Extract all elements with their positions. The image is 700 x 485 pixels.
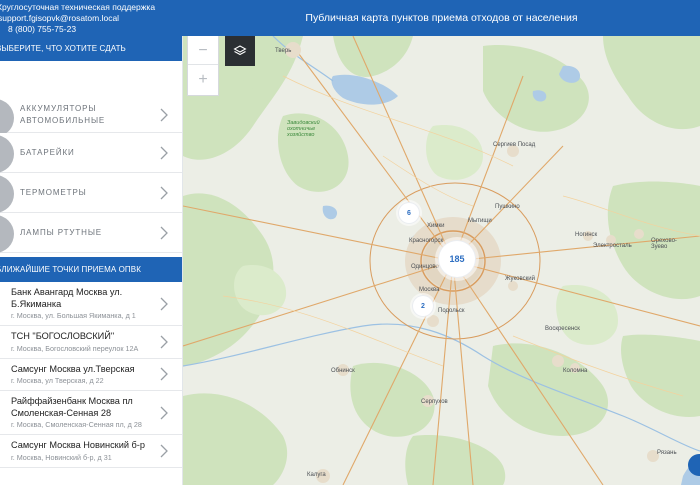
- map-label-noginsk: Ногинск: [575, 232, 598, 238]
- chevron-right-icon: [160, 406, 168, 420]
- zoom-out-button[interactable]: −: [188, 36, 218, 65]
- map-label-zavidovo: Завидовский охотничье хозяйство: [287, 120, 320, 138]
- category-item-thermometers[interactable]: ТЕРМОМЕТРЫ: [0, 173, 182, 213]
- category-icon: [0, 99, 14, 137]
- support-phone[interactable]: 8 (800) 755-75-23: [0, 24, 183, 35]
- category-label: ЛАМПЫ РТУТНЫЕ: [20, 227, 103, 237]
- top-header: Круглосуточная техническая поддержка sup…: [0, 0, 700, 36]
- category-label: АККУМУЛЯТОРЫ АВТОМОБИЛЬНЫЕ: [20, 103, 106, 125]
- page-title: Публичная карта пунктов приема отходов о…: [305, 12, 578, 24]
- chevron-right-icon: [160, 367, 168, 381]
- map-label-pushkino: Пушкино: [495, 204, 520, 210]
- map-label-kolomna: Коломна: [563, 368, 588, 374]
- point-name: ТСН "БОГОСЛОВСКИЙ": [11, 331, 115, 341]
- point-name: Банк Авангард Москва ул. Б.Якиманка: [11, 287, 123, 309]
- point-item[interactable]: Самсунг Москва ул.Тверская г. Москва, ул…: [0, 358, 182, 391]
- chevron-right-icon: [160, 146, 168, 160]
- zoom-in-button[interactable]: +: [188, 65, 218, 94]
- chevron-right-icon: [160, 335, 168, 349]
- map-label-sergiev-posad: Сергиев Посад: [493, 142, 536, 148]
- cluster-count: 2: [421, 302, 425, 310]
- map-label-kaluga: Калуга: [307, 472, 326, 478]
- chevron-right-icon: [160, 226, 168, 240]
- point-address: г. Москва, ул. Большая Якиманка, д 1: [11, 311, 136, 320]
- categories-header: ВЫБЕРИТЕ, ЧТО ХОТИТЕ СДАТЬ: [0, 36, 182, 61]
- point-name: Самсунг Москва Новинский б-р: [11, 440, 145, 450]
- map-label-mytishchi: Мытищи: [468, 218, 492, 224]
- map-canvas[interactable]: Тверь Завидовский охотничье хозяйство Се…: [183, 36, 700, 485]
- points-list: Банк Авангард Москва ул. Б.Якиманка г. М…: [0, 282, 182, 468]
- cluster-count: 6: [407, 209, 411, 217]
- chevron-right-icon: [160, 108, 168, 122]
- chevron-right-icon: [160, 444, 168, 458]
- support-title: Круглосуточная техническая поддержка: [0, 2, 156, 12]
- map-label-serpukhov: Серпухов: [421, 399, 448, 405]
- category-icon: [0, 175, 14, 213]
- support-email[interactable]: support.fgisopvk@rosatom.local: [0, 13, 183, 24]
- cluster-marker-small[interactable]: 2: [413, 296, 433, 316]
- point-item[interactable]: ТСН "БОГОСЛОВСКИЙ" г. Москва, Богословск…: [0, 326, 182, 359]
- points-header: БЛИЖАЙШИЕ ТОЧКИ ПРИЕМА ОПВК: [0, 257, 182, 282]
- sidebar: ВЫБЕРИТЕ, ЧТО ХОТИТЕ СДАТЬ АККУМУЛЯТОРЫ …: [0, 36, 183, 485]
- point-address: г. Москва, ул Тверская, д 22: [11, 376, 104, 385]
- map-label-zhukovsky: Жуковский: [505, 276, 535, 282]
- chevron-right-icon: [160, 186, 168, 200]
- map-label-odintsovo: Одинцово: [411, 264, 439, 270]
- support-info: Круглосуточная техническая поддержка sup…: [0, 2, 183, 35]
- point-item[interactable]: Райффайзенбанк Москва пл Смоленская-Сенн…: [0, 391, 182, 435]
- point-name: Райффайзенбанк Москва пл Смоленская-Сенн…: [11, 396, 133, 418]
- point-address: г. Москва, Смоленская-Сенная пл, д 28: [11, 420, 142, 429]
- chevron-right-icon: [160, 297, 168, 311]
- point-address: г. Москва, Новинский б-р, д 31: [11, 452, 112, 462]
- cluster-marker-large[interactable]: 185: [439, 241, 475, 277]
- map-label-tver: Тверь: [275, 48, 292, 54]
- category-item-batteries-auto[interactable]: АККУМУЛЯТОРЫ АВТОМОБИЛЬНЫЕ: [0, 97, 182, 137]
- category-label: БАТАРЕЙКИ: [20, 147, 75, 157]
- zoom-control: − +: [187, 36, 219, 96]
- map-label-elektrostal: Электросталь: [593, 243, 632, 249]
- point-address: г. Москва, Богословский переулок 12А: [11, 343, 139, 353]
- cluster-marker-small[interactable]: 6: [399, 203, 419, 223]
- layers-button[interactable]: [225, 36, 255, 66]
- map-label-obninsk: Обнинск: [331, 368, 355, 374]
- category-icon: [0, 135, 14, 173]
- map-label-ryazan: Рязань: [657, 450, 677, 456]
- map-label-podolsk: Подольск: [438, 308, 465, 314]
- map-label-voskresensk: Воскресенск: [545, 326, 580, 332]
- point-item[interactable]: Банк Авангард Москва ул. Б.Якиманка г. М…: [0, 282, 182, 326]
- map-label-khimki: Химки: [427, 223, 445, 229]
- map-label-moscow: Москва: [419, 287, 440, 293]
- category-item-batteries[interactable]: БАТАРЕЙКИ: [0, 133, 182, 173]
- cluster-count: 185: [449, 254, 465, 264]
- point-item[interactable]: Самсунг Москва Новинский б-р г. Москва, …: [0, 435, 182, 468]
- category-item-mercury-lamps[interactable]: ЛАМПЫ РТУТНЫЕ: [0, 213, 182, 253]
- category-label: ТЕРМОМЕТРЫ: [20, 187, 87, 197]
- layers-icon: [233, 45, 247, 56]
- point-name: Самсунг Москва ул.Тверская: [11, 363, 135, 374]
- category-list: АККУМУЛЯТОРЫ АВТОМОБИЛЬНЫЕ БАТАРЕЙКИ ТЕР…: [0, 97, 182, 253]
- category-icon: [0, 215, 14, 253]
- map-label-orekhovo: Орехово-Зуево: [651, 238, 677, 250]
- map-label-krasnogorsk: Красногорск: [409, 238, 444, 244]
